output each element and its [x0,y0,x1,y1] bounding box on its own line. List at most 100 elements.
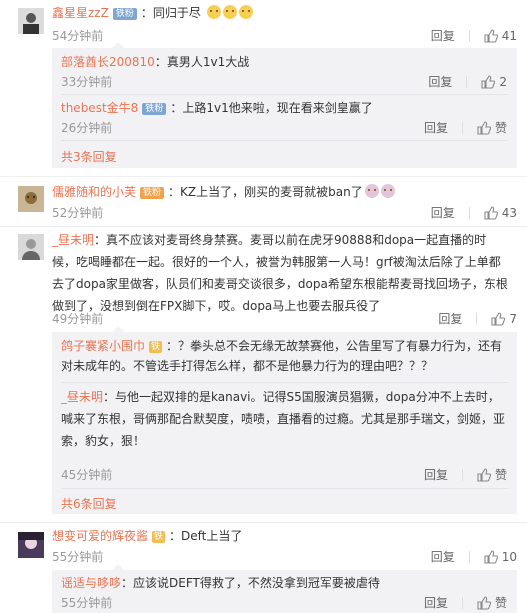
username[interactable]: _昼未明 [52,233,94,247]
comment: 想变可爱的辉夜酱铁：Deft上当了 55分钟前 回复 10 谣适与哆哆：应该说D… [0,524,527,613]
reply-button[interactable]: 回复 [431,204,455,221]
divider [468,206,470,219]
divider [461,596,463,609]
cat-emoji-icon [238,5,253,19]
avatar[interactable] [18,186,44,212]
timestamp: 33分钟前 [61,75,113,89]
like-button[interactable]: 赞 [477,594,507,611]
reply-box-pointer [112,326,124,332]
comment: _昼未明：真不应该对麦哥终身禁赛。麦哥以前在虎牙90888和dopa一起直播的时… [0,228,527,518]
username[interactable]: thebest金牛8 [61,101,138,115]
reply-button[interactable]: 回复 [431,27,455,44]
reply-item: 部落酋长200810：真男人1v1大战 [61,52,517,72]
username[interactable]: _昼未明 [61,390,103,404]
colon: ： [94,233,107,247]
avatar[interactable] [18,234,44,260]
reply-button[interactable]: 回复 [424,594,448,611]
avatar[interactable] [18,8,44,34]
divider [61,488,508,489]
crying-emoji-icon [380,184,395,198]
like-button[interactable]: 赞 [477,466,507,483]
reply-button[interactable]: 回复 [424,119,448,136]
divider [0,226,527,227]
reply-button[interactable]: 回复 [438,310,462,327]
divider [61,140,508,141]
avatar[interactable] [18,532,44,558]
reply-item: 谣适与哆哆：应该说DEFT得救了，不然没拿到冠军要被虐待 [61,573,517,593]
like-button[interactable]: 10 [484,550,517,564]
username[interactable]: 想变可爱的辉夜酱 [52,529,148,543]
divider [61,94,508,95]
thumbs-up-icon [491,311,506,326]
reply-box: 谣适与哆哆：应该说DEFT得救了，不然没拿到冠军要被虐待 55分钟前 回复 赞 [52,564,517,613]
fan-badge: 铁粉 [142,103,167,115]
divider [61,382,508,383]
fan-badge: 铁粉 [112,8,137,20]
level-badge: 铁 [152,531,166,543]
like-count: 赞 [494,121,507,135]
colon: ： [169,529,182,543]
divider [0,176,527,177]
reply-box-pointer [112,42,124,48]
like-button[interactable]: 7 [491,312,517,326]
reply-item: 鸽子褰紧小围巾铁：？拳头总不会无缘无故禁赛他，公告里写了有暴力行为，还有对未成年… [61,336,508,376]
divider [0,522,527,523]
timestamp: 54分钟前 [52,29,104,43]
username[interactable]: 儒雅随和的小芙 [52,185,136,199]
comment: 鑫星星zzZ 铁粉 ：同归于尽 54分钟前 回复 41 部落酋长200810：真男人… [0,0,527,168]
reply-box-pointer [112,564,124,570]
like-button[interactable]: 2 [481,75,507,89]
colon: ： [121,576,134,590]
comment-text: 同归于尽 [152,6,201,20]
like-count: 2 [499,74,507,89]
thumbs-up-icon [477,120,491,135]
timestamp: 26分钟前 [61,121,113,135]
divider [476,312,478,325]
comment-text: KZ上当了，刚买的麦哥就被ban了 [180,185,363,199]
username[interactable]: 鸽子褰紧小围巾 [61,339,145,353]
fan-badge: 铁粉 [140,187,165,199]
like-count: 7 [509,311,517,326]
more-replies-link[interactable]: 共6条回复 [61,495,117,512]
reply-text: 上路1v1他来啦，现在看来剑皇赢了 [182,101,373,115]
username[interactable]: 部落酋长200810 [61,55,155,69]
reply-button[interactable]: 回复 [431,548,455,565]
colon: ： [168,185,181,199]
reply-text: 应该说DEFT得救了，不然没拿到冠军要被虐待 [133,576,380,590]
reply-item: _昼未明：与他一起双排的是kanavi。记得S5国服演员猖獗，dopa分冲不上去… [61,386,508,452]
like-button[interactable]: 41 [484,29,517,43]
timestamp: 45分钟前 [61,468,113,482]
like-count: 赞 [494,596,507,610]
reply-text: 与他一起双排的是kanavi。记得S5国服演员猖獗，dopa分冲不上去时，喊来了… [61,390,506,448]
like-button[interactable]: 43 [484,206,517,220]
comment-text: Deft上当了 [181,529,243,543]
like-count: 10 [501,549,517,564]
timestamp: 52分钟前 [52,206,104,220]
cat-emoji-icon [222,5,237,19]
divider [461,468,463,481]
thumbs-up-icon [477,595,491,610]
thumbs-up-icon [481,74,496,89]
timestamp: 55分钟前 [61,596,113,610]
level-badge: 铁 [149,341,163,353]
colon: ： [154,55,167,69]
reply-button[interactable]: 回复 [424,466,448,483]
colon: ： [103,390,116,404]
username[interactable]: 谣适与哆哆 [61,576,121,590]
reply-box: 鸽子褰紧小围巾铁：？拳头总不会无缘无故禁赛他，公告里写了有暴力行为，还有对未成年… [52,326,517,514]
reply-button[interactable]: 回复 [428,73,452,90]
timestamp: 49分钟前 [52,312,104,326]
like-button[interactable]: 赞 [477,119,507,136]
cat-emoji-icon [206,5,221,19]
more-replies-link[interactable]: 共3条回复 [61,148,117,165]
like-count: 43 [501,205,517,220]
crying-emoji-icon [364,184,379,198]
thumbs-up-icon [484,549,498,564]
username[interactable]: 鑫星星zzZ [52,6,109,20]
reply-box: 部落酋长200810：真男人1v1大战 33分钟前 回复 2 thebest金牛… [52,42,517,168]
like-count: 赞 [494,468,507,482]
reply-item: thebest金牛8 铁粉 ：上路1v1他来啦，现在看来剑皇赢了 [61,98,517,118]
thumbs-up-icon [484,205,498,220]
divider [466,75,468,88]
divider [468,29,470,42]
